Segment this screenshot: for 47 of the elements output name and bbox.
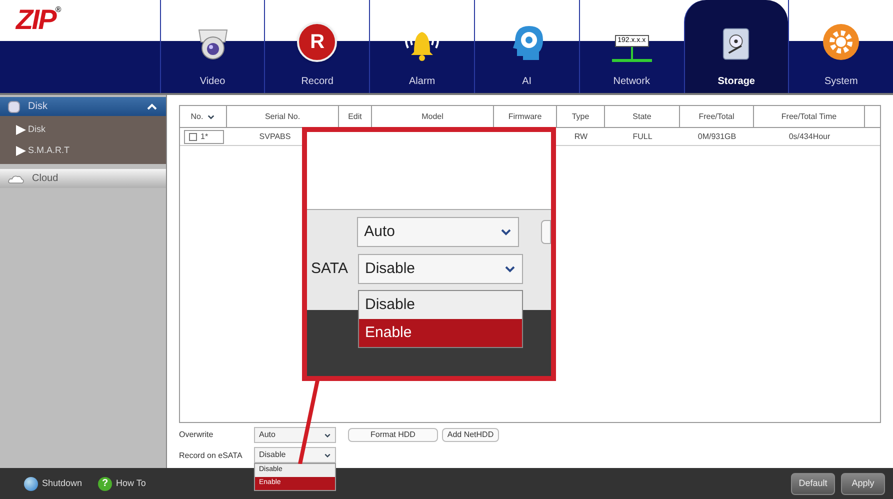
- esata-select[interactable]: Disable: [254, 447, 336, 463]
- column-header: No.: [180, 106, 227, 127]
- zoomed-select[interactable]: Disable: [358, 254, 523, 284]
- sidebar-section[interactable]: Disk: [0, 97, 166, 116]
- nav-tab[interactable]: Alarm: [369, 0, 474, 93]
- dropdown-option[interactable]: Disable: [359, 291, 522, 319]
- table-cell: RW: [574, 130, 588, 142]
- footer-button[interactable]: Apply: [841, 472, 885, 494]
- gear-icon: [821, 22, 862, 62]
- table-cell: FULL: [632, 130, 652, 142]
- record-icon: R: [297, 22, 338, 62]
- overwrite-select[interactable]: Auto: [254, 427, 336, 443]
- action-button[interactable]: Add NetHDD: [442, 428, 499, 442]
- nav-tab[interactable]: AI: [474, 0, 579, 93]
- chevron-down-icon: [324, 452, 331, 458]
- nav-tab[interactable]: Video: [160, 0, 264, 93]
- triangle-icon: [16, 146, 26, 156]
- table-cell: 1*: [200, 130, 208, 142]
- sidebar-item[interactable]: Disk: [0, 119, 166, 140]
- chevron-down-icon: [324, 432, 331, 438]
- footer-link[interactable]: ? How To: [98, 476, 146, 490]
- chevron-down-icon: [207, 112, 216, 120]
- field-label: Overwrite: [179, 429, 214, 441]
- table-cell: 0M/931GB: [698, 130, 736, 142]
- column-header: Free/Total Time: [754, 106, 865, 127]
- nav-tab[interactable]: System: [788, 0, 893, 93]
- dropdown-option[interactable]: Enable: [359, 319, 522, 347]
- zoomed-select[interactable]: Auto: [357, 217, 520, 247]
- column-header: Free/Total: [680, 106, 754, 127]
- footer-link[interactable]: Shutdown: [24, 476, 82, 490]
- footer-button[interactable]: Default: [791, 472, 835, 494]
- table-cell: SVPABS: [259, 130, 291, 142]
- nav-tab[interactable]: R Record: [264, 0, 370, 93]
- sidebar-item[interactable]: S.M.A.R.T: [0, 140, 166, 161]
- table-cell: 0s/434Hour: [788, 130, 830, 142]
- nav-tab[interactable]: Storage: [684, 0, 788, 93]
- sidebar-section[interactable]: Cloud: [0, 169, 166, 188]
- field-label: SATA: [311, 260, 348, 277]
- column-header: State: [605, 106, 680, 127]
- button-edge: [541, 220, 551, 244]
- column-header: Type: [557, 106, 605, 127]
- triangle-icon: [16, 124, 26, 134]
- field-label: Record on eSATA: [179, 450, 244, 462]
- help-icon: ?: [98, 476, 112, 490]
- action-button[interactable]: Format HDD: [348, 428, 438, 442]
- checkbox[interactable]: [188, 132, 196, 140]
- globe-icon: [24, 476, 38, 490]
